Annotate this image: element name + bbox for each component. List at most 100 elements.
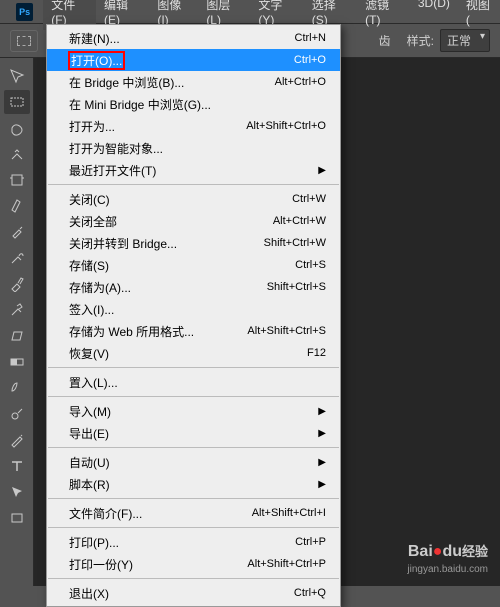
- crop-tool[interactable]: [4, 168, 30, 192]
- menu-item-label: 恢复(V): [69, 345, 109, 362]
- file-menu-item-22[interactable]: 自动(U) ▶: [47, 451, 340, 473]
- menu-6[interactable]: 滤镜(T): [357, 0, 410, 30]
- blur-tool[interactable]: [4, 376, 30, 400]
- menu-item-label: 置入(L)...: [69, 374, 118, 391]
- submenu-arrow-icon: ▶: [318, 428, 326, 439]
- menu-separator: [48, 527, 339, 528]
- app-logo: Ps: [16, 3, 33, 21]
- menu-item-shortcut: Ctrl+S: [295, 259, 326, 271]
- rectangle-tool[interactable]: [4, 506, 30, 530]
- file-menu-item-20[interactable]: 导出(E) ▶: [47, 422, 340, 444]
- menu-item-shortcut: Alt+Shift+Ctrl+S: [247, 325, 326, 337]
- options-partial-text: 齿: [379, 32, 391, 49]
- file-menu-item-11[interactable]: 存储(S) Ctrl+S: [47, 254, 340, 276]
- menu-item-label: 在 Bridge 中浏览(B)...: [69, 74, 184, 91]
- menu-item-label: 存储为(A)...: [69, 279, 131, 296]
- lasso-tool[interactable]: [4, 116, 30, 140]
- file-menu-item-4[interactable]: 打开为... Alt+Shift+Ctrl+O: [47, 115, 340, 137]
- menu-item-label: 打印一份(Y): [69, 556, 133, 573]
- file-menu-item-0[interactable]: 新建(N)... Ctrl+N: [47, 27, 340, 49]
- menu-item-shortcut: Alt+Shift+Ctrl+I: [252, 507, 326, 519]
- menu-7[interactable]: 3D(D): [410, 0, 458, 30]
- menu-item-shortcut: Ctrl+Q: [294, 587, 326, 599]
- marquee-tool[interactable]: [4, 90, 30, 114]
- file-menu-item-5[interactable]: 打开为智能对象...: [47, 137, 340, 159]
- file-menu-item-3[interactable]: 在 Mini Bridge 中浏览(G)...: [47, 93, 340, 115]
- menu-separator: [48, 396, 339, 397]
- menu-item-label: 签入(I)...: [69, 301, 114, 318]
- menu-item-shortcut: Alt+Ctrl+O: [275, 76, 326, 88]
- menu-item-label: 关闭(C): [69, 191, 110, 208]
- path-select-tool[interactable]: [4, 480, 30, 504]
- menu-item-shortcut: Ctrl+N: [295, 32, 326, 44]
- tool-preset-icon[interactable]: [10, 30, 38, 52]
- file-menu-item-19[interactable]: 导入(M) ▶: [47, 400, 340, 422]
- menu-item-shortcut: Alt+Shift+Ctrl+O: [246, 120, 326, 132]
- style-select[interactable]: 正常: [440, 29, 490, 52]
- eraser-tool[interactable]: [4, 324, 30, 348]
- menu-item-label: 导出(E): [69, 425, 109, 442]
- healing-brush-tool[interactable]: [4, 220, 30, 244]
- file-menu-item-1[interactable]: 打开(O)...Ctrl+O: [47, 49, 340, 71]
- gradient-tool[interactable]: [4, 350, 30, 374]
- menu-item-label: 文件简介(F)...: [69, 505, 142, 522]
- menu-item-label: 新建(N)...: [69, 30, 120, 47]
- menu-item-shortcut: Ctrl+P: [295, 536, 326, 548]
- file-menu-item-17[interactable]: 置入(L)...: [47, 371, 340, 393]
- menu-item-label: 关闭并转到 Bridge...: [69, 235, 177, 252]
- move-tool[interactable]: [4, 64, 30, 88]
- watermark: Bai●du经验 jingyan.baidu.com: [407, 542, 488, 576]
- menu-item-label: 导入(M): [69, 403, 111, 420]
- menu-separator: [48, 184, 339, 185]
- menu-separator: [48, 578, 339, 579]
- menu-separator: [48, 447, 339, 448]
- menu-item-label: 存储(S): [69, 257, 109, 274]
- menu-item-label: 自动(U): [69, 454, 110, 471]
- file-menu-item-9[interactable]: 关闭全部Alt+Ctrl+W: [47, 210, 340, 232]
- menu-item-label: 打印(P)...: [69, 534, 119, 551]
- history-brush-tool[interactable]: [4, 298, 30, 322]
- file-menu-item-2[interactable]: 在 Bridge 中浏览(B)... Alt+Ctrl+O: [47, 71, 340, 93]
- menu-item-shortcut: Ctrl+W: [292, 193, 326, 205]
- file-menu-item-28[interactable]: 打印一份(Y) Alt+Shift+Ctrl+P: [47, 553, 340, 575]
- menu-item-label: 存储为 Web 所用格式...: [69, 323, 194, 340]
- clone-stamp-tool[interactable]: [4, 272, 30, 296]
- menubar: Ps 文件(F)编辑(E)图像(I)图层(L)文字(Y)选择(S)滤镜(T)3D…: [0, 0, 500, 24]
- menu-item-shortcut: Shift+Ctrl+S: [267, 281, 326, 293]
- menu-item-shortcut: Alt+Shift+Ctrl+P: [247, 558, 326, 570]
- submenu-arrow-icon: ▶: [318, 457, 326, 468]
- file-menu-item-14[interactable]: 存储为 Web 所用格式... Alt+Shift+Ctrl+S: [47, 320, 340, 342]
- style-label: 样式:: [407, 32, 434, 49]
- menu-item-shortcut: F12: [307, 347, 326, 359]
- file-menu-item-25[interactable]: 文件简介(F)... Alt+Shift+Ctrl+I: [47, 502, 340, 524]
- eyedropper-tool[interactable]: [4, 194, 30, 218]
- menu-separator: [48, 498, 339, 499]
- menu-item-label: 最近打开文件(T): [69, 162, 156, 179]
- menu-8[interactable]: 视图(: [458, 0, 500, 30]
- file-menu-item-15[interactable]: 恢复(V) F12: [47, 342, 340, 364]
- file-menu-item-27[interactable]: 打印(P)... Ctrl+P: [47, 531, 340, 553]
- menu-item-shortcut: Alt+Ctrl+W: [273, 215, 326, 227]
- menu-item-shortcut: Shift+Ctrl+W: [264, 237, 326, 249]
- brush-tool[interactable]: [4, 246, 30, 270]
- file-menu-item-10[interactable]: 关闭并转到 Bridge... Shift+Ctrl+W: [47, 232, 340, 254]
- file-menu-item-23[interactable]: 脚本(R) ▶: [47, 473, 340, 495]
- submenu-arrow-icon: ▶: [318, 406, 326, 417]
- menu-item-label: 打开为...: [69, 118, 115, 135]
- file-menu-item-6[interactable]: 最近打开文件(T) ▶: [47, 159, 340, 181]
- menu-item-label: 打开(O)...: [69, 52, 124, 69]
- type-tool[interactable]: [4, 454, 30, 478]
- menu-item-label: 打开为智能对象...: [69, 140, 163, 157]
- file-menu-item-8[interactable]: 关闭(C) Ctrl+W: [47, 188, 340, 210]
- toolbox: [0, 58, 34, 586]
- submenu-arrow-icon: ▶: [318, 165, 326, 176]
- menu-item-label: 脚本(R): [69, 476, 110, 493]
- pen-tool[interactable]: [4, 428, 30, 452]
- menu-item-label: 在 Mini Bridge 中浏览(G)...: [69, 96, 211, 113]
- file-menu-item-30[interactable]: 退出(X)Ctrl+Q: [47, 582, 340, 604]
- submenu-arrow-icon: ▶: [318, 479, 326, 490]
- file-menu-item-12[interactable]: 存储为(A)... Shift+Ctrl+S: [47, 276, 340, 298]
- dodge-tool[interactable]: [4, 402, 30, 426]
- quick-select-tool[interactable]: [4, 142, 30, 166]
- file-menu-item-13[interactable]: 签入(I)...: [47, 298, 340, 320]
